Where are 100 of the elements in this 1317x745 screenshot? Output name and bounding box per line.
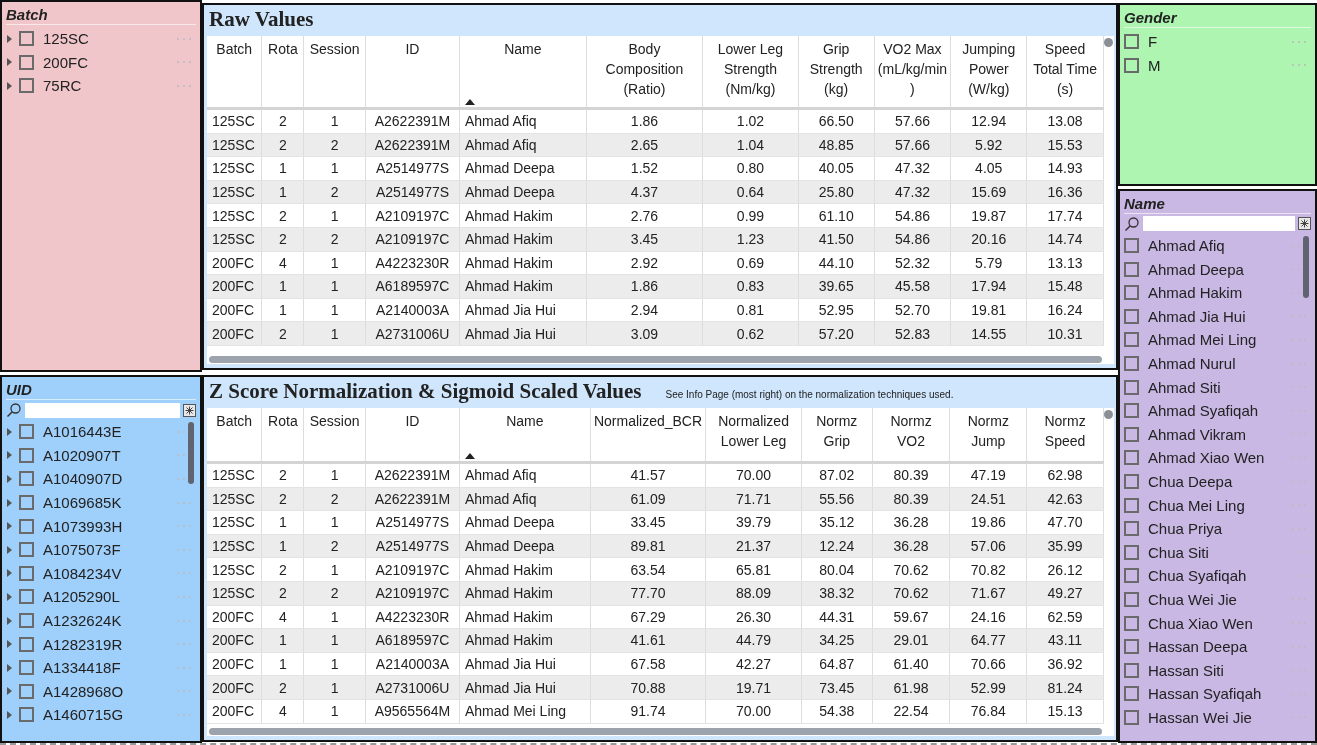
checkbox[interactable] [1124,261,1139,277]
expand-caret-icon[interactable] [6,81,14,91]
column-header[interactable]: Normalized Lower Leg [705,408,802,463]
slicer-item[interactable]: A1282319R [43,635,171,653]
horizontal-scrollbar[interactable] [209,356,1102,363]
slicer-item[interactable]: A1205290L [43,588,171,606]
search-icon[interactable] [6,402,22,418]
checkbox[interactable] [1124,34,1139,50]
column-header[interactable]: Normz Grip [801,408,873,463]
expand-caret-icon[interactable] [6,57,14,68]
clear-icon[interactable] [1298,217,1311,231]
slicer-item[interactable]: Ahmad Mei Ling [1148,331,1286,349]
column-header[interactable]: Body Composition (Ratio) [586,36,703,109]
expand-caret-icon[interactable] [6,521,14,532]
checkbox[interactable] [1124,568,1139,584]
column-header[interactable]: Rota [262,36,304,109]
slicer-item[interactable]: A1084234V [43,564,171,582]
checkbox[interactable] [19,78,34,94]
slicer-item[interactable]: A1428968O [43,682,171,700]
checkbox[interactable] [19,54,34,70]
column-header[interactable]: Normalized_BCR [590,408,706,463]
column-header[interactable]: Session [303,408,366,463]
checkbox[interactable] [19,542,34,558]
slicer-item[interactable]: Hassan Siti [1148,661,1286,679]
expand-caret-icon[interactable] [6,544,14,555]
checkbox[interactable] [19,707,34,723]
slicer-item[interactable]: Ahmad Siti [1148,378,1286,396]
checkbox[interactable] [19,565,34,581]
checkbox[interactable] [19,471,34,487]
slicer-item[interactable]: Chua Syafiqah [1148,567,1286,585]
column-header[interactable]: VO2 Max (mL/kg/min) [874,36,951,109]
slicer-item[interactable]: 125SC [43,30,171,48]
checkbox[interactable] [1124,450,1139,466]
column-header[interactable]: Name [459,36,587,109]
slicer-item[interactable]: Chua Mei Ling [1148,496,1286,514]
checkbox[interactable] [1124,403,1139,419]
scroll-thumb-icon[interactable] [1104,410,1113,419]
expand-caret-icon[interactable] [6,591,14,602]
slicer-item[interactable]: A1460715G [43,706,171,724]
horizontal-scrollbar[interactable] [209,728,1102,735]
slicer-item[interactable]: Hassan Deepa [1148,638,1286,656]
checkbox[interactable] [19,636,34,652]
slicer-item[interactable]: Ahmad Afiq [1148,237,1286,255]
slicer-item[interactable]: A1020907T [43,446,171,464]
sort-ascending-icon[interactable] [464,99,475,105]
slicer-item[interactable]: 75RC [43,77,171,95]
column-header[interactable]: Normz Speed [1026,408,1104,463]
checkbox[interactable] [19,589,34,605]
checkbox[interactable] [19,518,34,534]
checkbox[interactable] [1124,639,1139,655]
slicer-item[interactable]: Chua Priya [1148,520,1286,538]
expand-caret-icon[interactable] [6,497,14,508]
checkbox[interactable] [1124,356,1139,372]
checkbox[interactable] [19,495,34,511]
scrollbar-thumb[interactable] [188,422,194,484]
search-field[interactable] [1143,216,1295,232]
scroll-thumb-icon[interactable] [1104,38,1113,47]
expand-caret-icon[interactable] [6,709,14,720]
slicer-item[interactable]: M [1148,56,1286,74]
slicer-item[interactable]: A1016443E [43,423,171,441]
expand-caret-icon[interactable] [6,450,14,461]
expand-caret-icon[interactable] [6,662,14,673]
checkbox[interactable] [1124,474,1139,489]
checkbox[interactable] [19,613,34,629]
slicer-item[interactable]: Chua Wei Jie [1148,590,1286,608]
column-header[interactable]: Grip Strength (kg) [798,36,875,109]
slicer-item[interactable]: Chua Deepa [1148,473,1286,490]
expand-caret-icon[interactable] [6,615,14,626]
slicer-item[interactable]: Ahmad Syafiqah [1148,402,1286,420]
slicer-item[interactable]: A1073993H [43,517,171,535]
slicer-item[interactable]: Ahmad Jia Hui [1148,307,1286,325]
checkbox[interactable] [1124,308,1139,324]
expand-caret-icon[interactable] [6,639,14,650]
search-icon[interactable] [1124,215,1140,232]
checkbox[interactable] [1124,497,1139,513]
checkbox[interactable] [1124,521,1139,537]
column-header[interactable]: ID [365,36,460,109]
slicer-item[interactable]: 200FC [43,53,171,71]
expand-caret-icon[interactable] [6,426,14,437]
slicer-item[interactable]: A1040907D [43,470,171,488]
search-field[interactable] [25,402,180,418]
checkbox[interactable] [1124,591,1139,607]
checkbox[interactable] [19,683,34,699]
checkbox[interactable] [1124,332,1139,348]
slicer-item[interactable]: Ahmad Hakim [1148,284,1286,302]
checkbox[interactable] [19,31,34,47]
column-header[interactable]: Normz Jump [949,408,1027,463]
column-header[interactable]: Name [459,408,591,463]
slicer-item[interactable]: Hassan Wei Jie [1148,708,1286,726]
checkbox[interactable] [1124,544,1139,560]
column-header[interactable]: Lower Leg Strength (Nm/kg) [702,36,799,109]
checkbox[interactable] [19,424,34,440]
clear-icon[interactable] [183,403,196,417]
expand-caret-icon[interactable] [6,568,14,579]
expand-caret-icon[interactable] [6,686,14,697]
checkbox[interactable] [1124,709,1139,725]
checkbox[interactable] [1124,662,1139,678]
column-header[interactable]: Batch [207,36,262,109]
checkbox[interactable] [19,447,34,463]
checkbox[interactable] [1124,285,1139,301]
